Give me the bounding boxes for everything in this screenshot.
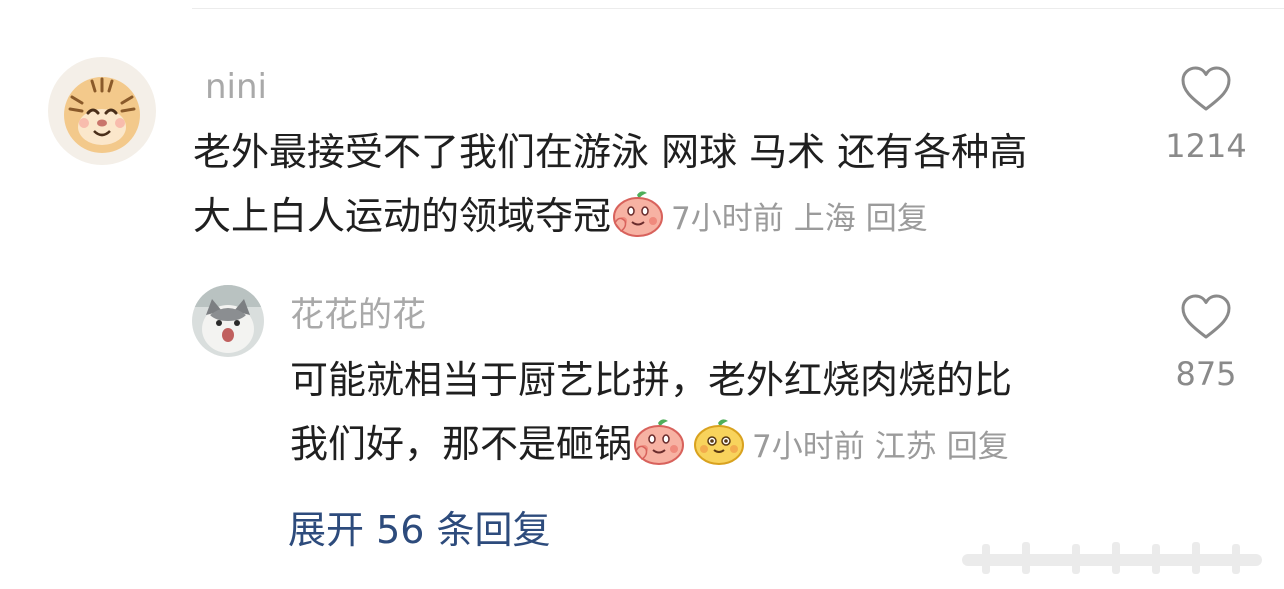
reply-button[interactable]: 回复 bbox=[866, 201, 928, 237]
comment-text: 老外最接受不了我们在游泳 网球 马术 还有各种高 大上白人运动的领域夺冠 7小时… bbox=[193, 120, 1133, 256]
comment-meta: 7小时前 江苏 回复 bbox=[752, 429, 1019, 465]
comment-username[interactable]: 花花的花 bbox=[290, 298, 426, 332]
reply-button[interactable]: 回复 bbox=[947, 429, 1009, 465]
shy-peach-emoji bbox=[632, 417, 686, 484]
comment-text-line-with-meta: 大上白人运动的领域夺冠 7小时前 上海 回复 bbox=[193, 184, 1133, 256]
watermark bbox=[962, 536, 1272, 580]
comment-text-line-with-meta: 我们好，那不是砸锅 7小时前 江苏 回复 bbox=[290, 412, 1130, 484]
comment-text: 可能就相当于厨艺比拼，老外红烧肉烧的比 我们好，那不是砸锅 7小时前 江苏 回复 bbox=[290, 348, 1130, 484]
comment-location: 上海 bbox=[793, 201, 856, 237]
avatar-tiger[interactable] bbox=[48, 57, 156, 165]
comment-location: 江苏 bbox=[874, 429, 937, 465]
like-count: 875 bbox=[1175, 355, 1237, 393]
avatar-cat[interactable] bbox=[192, 285, 264, 357]
comment-username[interactable]: nini bbox=[205, 70, 267, 104]
comment-text-line: 老外最接受不了我们在游泳 网球 马术 还有各种高 bbox=[193, 130, 1028, 174]
like-count: 1214 bbox=[1165, 127, 1247, 165]
comment-time: 7小时前 bbox=[671, 201, 784, 237]
like-button[interactable]: 1214 bbox=[1164, 66, 1248, 162]
top-divider bbox=[192, 8, 1284, 9]
like-button[interactable]: 875 bbox=[1164, 294, 1248, 390]
heart-icon bbox=[1181, 66, 1231, 111]
comment-text-line: 我们好，那不是砸锅 bbox=[290, 422, 633, 466]
comment-time: 7小时前 bbox=[752, 429, 865, 465]
comment-meta: 7小时前 上海 回复 bbox=[671, 201, 938, 237]
expand-replies-button[interactable]: 展开 56 条回复 bbox=[288, 508, 551, 552]
comment-text-line: 大上白人运动的领域夺冠 bbox=[193, 194, 612, 238]
yellow-bun-emoji bbox=[692, 417, 746, 484]
comment-text-line: 可能就相当于厨艺比拼，老外红烧肉烧的比 bbox=[290, 358, 1013, 402]
heart-icon bbox=[1181, 294, 1231, 339]
shy-peach-emoji bbox=[611, 189, 665, 256]
